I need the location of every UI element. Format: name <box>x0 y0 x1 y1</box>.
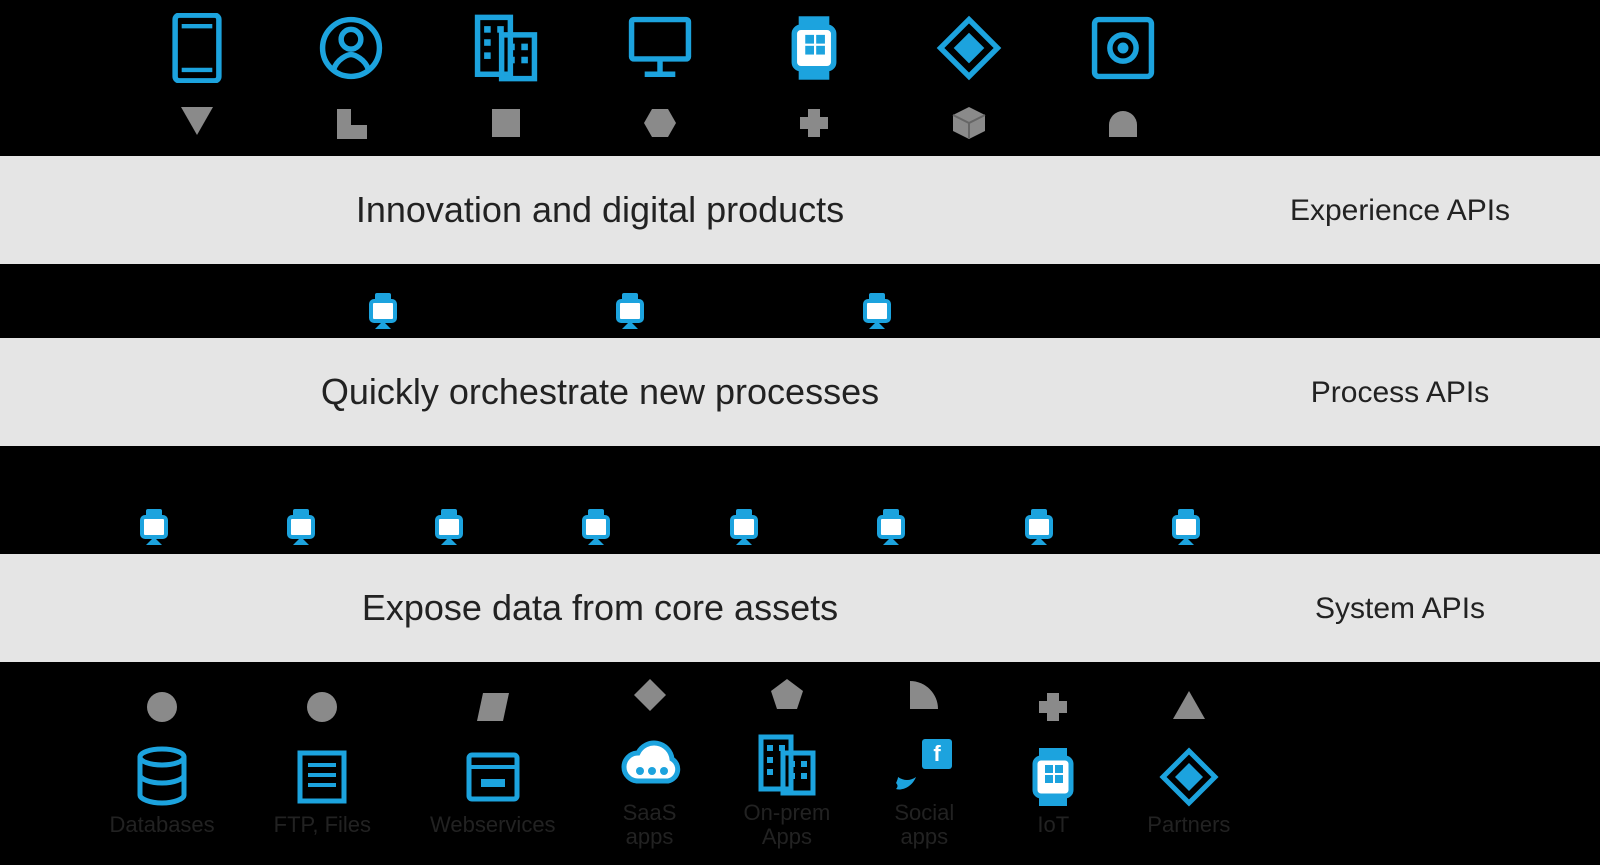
connector <box>1187 727 1191 745</box>
onprem-icon <box>752 733 822 797</box>
top-channel <box>779 13 849 143</box>
bottom-asset: SaaS apps <box>615 675 685 849</box>
connector <box>349 83 353 103</box>
bottom-assets-row: Databases FTP, Files Webservices SaaS ap… <box>80 662 1260 862</box>
port-marker-icon <box>873 505 909 549</box>
asset-label: Partners <box>1147 813 1230 837</box>
asset-label: Social apps <box>894 801 954 849</box>
connector <box>504 83 508 103</box>
port-marker-icon <box>365 289 401 333</box>
shape-diamond-icon <box>630 675 670 715</box>
port-marker-icon <box>578 505 614 549</box>
port-marker-icon <box>136 505 172 549</box>
top-channel <box>625 13 695 143</box>
top-channels-row <box>120 0 1200 156</box>
port-marker-icon <box>726 505 762 549</box>
system-markers-row <box>80 500 1260 554</box>
webservice-icon <box>458 745 528 809</box>
asset-label: IoT <box>1037 813 1069 837</box>
port-marker-icon <box>1021 505 1057 549</box>
building-icon <box>471 13 541 83</box>
database-icon <box>127 745 197 809</box>
person-icon <box>316 13 386 83</box>
top-channel <box>162 13 232 143</box>
shape-dome-icon <box>1103 103 1143 143</box>
shape-plus-icon <box>1033 687 1073 727</box>
experience-side-text: Experience APIs <box>1200 194 1600 227</box>
shape-l-shape-icon <box>331 103 371 143</box>
bottom-asset: Webservices <box>430 687 556 837</box>
connector <box>320 727 324 745</box>
bottom-asset: On-prem Apps <box>744 675 831 849</box>
connector <box>1121 83 1125 103</box>
bottom-asset: FTP, Files <box>274 687 371 837</box>
bottom-asset: Databases <box>109 687 214 837</box>
port-marker-icon <box>283 505 319 549</box>
port-marker-icon <box>612 289 648 333</box>
connector <box>922 715 926 733</box>
port-marker-icon <box>1168 505 1204 549</box>
connector <box>491 727 495 745</box>
port-marker-icon <box>859 289 895 333</box>
api-led-diagram: Innovation and digital products Experien… <box>0 0 1600 865</box>
watch-icon <box>779 13 849 83</box>
connector <box>967 83 971 103</box>
port-marker-icon <box>431 505 467 549</box>
camera-icon <box>1088 13 1158 83</box>
cloud-icon <box>615 733 685 797</box>
desktop-icon <box>625 13 695 83</box>
system-side-text: System APIs <box>1200 592 1600 625</box>
shape-plus-icon <box>794 103 834 143</box>
process-main-text: Quickly orchestrate new processes <box>0 371 1200 413</box>
mobile-icon <box>162 13 232 83</box>
shape-triangle-up-icon <box>1169 687 1209 727</box>
connector <box>648 715 652 733</box>
connector <box>1051 727 1055 745</box>
system-band: Expose data from core assets System APIs <box>0 554 1600 662</box>
bottom-asset: IoT <box>1018 687 1088 837</box>
shape-pentagon-icon <box>767 675 807 715</box>
shape-cube-icon <box>949 103 989 143</box>
top-channel <box>934 13 1004 143</box>
experience-band: Innovation and digital products Experien… <box>0 156 1600 264</box>
asset-label: Webservices <box>430 813 556 837</box>
connector <box>195 83 199 103</box>
bottom-asset: Partners <box>1147 687 1230 837</box>
bottom-asset: Social apps <box>889 675 959 849</box>
top-channel <box>1088 13 1158 143</box>
process-side-text: Process APIs <box>1200 376 1600 409</box>
shape-circle-icon <box>302 687 342 727</box>
process-markers-row <box>260 284 1000 338</box>
process-band: Quickly orchestrate new processes Proces… <box>0 338 1600 446</box>
top-channel <box>471 13 541 143</box>
social-icon <box>889 733 959 797</box>
asset-label: Databases <box>109 813 214 837</box>
asset-label: SaaS apps <box>623 801 677 849</box>
shape-square-icon <box>486 103 526 143</box>
experience-main-text: Innovation and digital products <box>0 189 1200 231</box>
iot-icon <box>1018 745 1088 809</box>
partner-icon <box>934 13 1004 83</box>
asset-label: FTP, Files <box>274 813 371 837</box>
shape-circle-icon <box>142 687 182 727</box>
connector <box>812 83 816 103</box>
connector <box>658 83 662 103</box>
asset-label: On-prem Apps <box>744 801 831 849</box>
ftp-icon <box>287 745 357 809</box>
top-channel <box>316 13 386 143</box>
shape-hexagon-icon <box>640 103 680 143</box>
shape-triangle-down-icon <box>177 103 217 143</box>
connector <box>160 727 164 745</box>
system-main-text: Expose data from core assets <box>0 587 1200 629</box>
shape-skew-icon <box>473 687 513 727</box>
connector <box>785 715 789 733</box>
shape-quarter-icon <box>904 675 944 715</box>
partner-icon <box>1154 745 1224 809</box>
